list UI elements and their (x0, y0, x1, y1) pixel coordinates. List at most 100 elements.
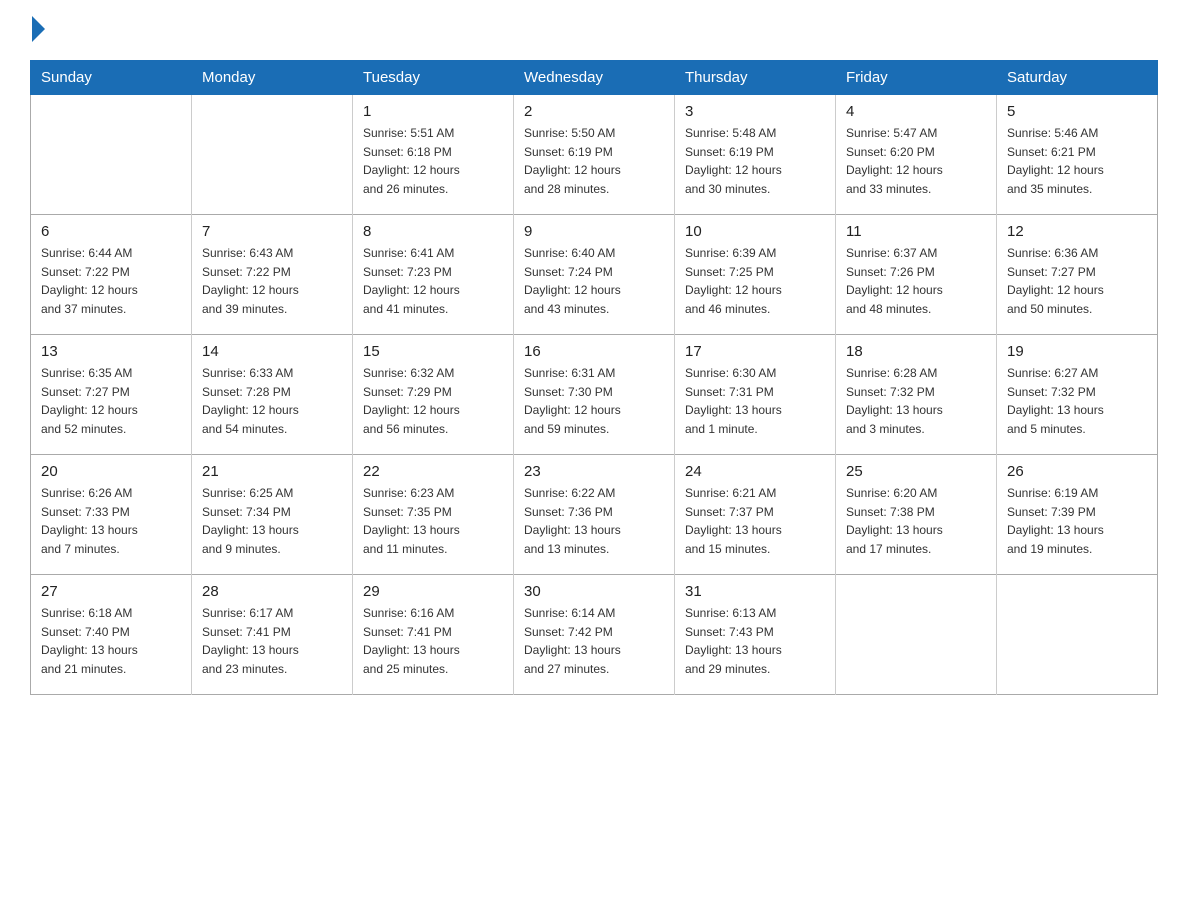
logo (30, 20, 45, 42)
calendar-cell: 22 Sunrise: 6:23 AM Sunset: 7:35 PM Dayli… (353, 455, 514, 575)
calendar-cell: 8Sunrise: 6:41 AM Sunset: 7:23 PM Daylig… (353, 215, 514, 335)
day-number: 17 (685, 343, 825, 360)
calendar-cell: 29 Sunrise: 6:16 AM Sunset: 7:41 PM Dayli… (353, 575, 514, 695)
calendar-cell: 24 Sunrise: 6:21 AM Sunset: 7:37 PM Dayli… (675, 455, 836, 575)
day-info: Sunrise: 6:23 AM Sunset: 7:35 PM Dayligh… (363, 484, 503, 558)
day-info: Sunrise: 6:39 AM Sunset: 7:25 PM Dayligh… (685, 244, 825, 318)
day-number: 14 (202, 343, 342, 360)
week-row-1: 1Sunrise: 5:51 AM Sunset: 6:18 PM Daylig… (31, 95, 1158, 215)
calendar-cell: 31 Sunrise: 6:13 AM Sunset: 7:43 PM Dayli… (675, 575, 836, 695)
calendar-cell: 2Sunrise: 5:50 AM Sunset: 6:19 PM Daylig… (514, 95, 675, 215)
day-info: Sunrise: 6:43 AM Sunset: 7:22 PM Dayligh… (202, 244, 342, 318)
day-number: 7 (202, 223, 342, 240)
calendar-cell: 20 Sunrise: 6:26 AM Sunset: 7:33 PM Dayli… (31, 455, 192, 575)
calendar-cell: 5Sunrise: 5:46 AM Sunset: 6:21 PM Daylig… (997, 95, 1158, 215)
day-number: 24 (685, 463, 825, 480)
day-number: 15 (363, 343, 503, 360)
day-number: 5 (1007, 103, 1147, 120)
day-info: Sunrise: 5:48 AM Sunset: 6:19 PM Dayligh… (685, 124, 825, 198)
day-info: Sunrise: 6:32 AM Sunset: 7:29 PM Dayligh… (363, 364, 503, 438)
day-info: Sunrise: 6:27 AM Sunset: 7:32 PM Dayligh… (1007, 364, 1147, 438)
day-info: Sunrise: 6:20 AM Sunset: 7:38 PM Dayligh… (846, 484, 986, 558)
day-number: 20 (41, 463, 181, 480)
day-info: Sunrise: 6:37 AM Sunset: 7:26 PM Dayligh… (846, 244, 986, 318)
calendar-cell: 1Sunrise: 5:51 AM Sunset: 6:18 PM Daylig… (353, 95, 514, 215)
page-header (30, 20, 1158, 42)
calendar-cell (31, 95, 192, 215)
weekday-header-row: SundayMondayTuesdayWednesdayThursdayFrid… (31, 61, 1158, 95)
day-number: 11 (846, 223, 986, 240)
day-info: Sunrise: 6:30 AM Sunset: 7:31 PM Dayligh… (685, 364, 825, 438)
day-number: 30 (524, 583, 664, 600)
calendar-cell: 27 Sunrise: 6:18 AM Sunset: 7:40 PM Dayli… (31, 575, 192, 695)
day-info: Sunrise: 6:14 AM Sunset: 7:42 PM Dayligh… (524, 604, 664, 678)
calendar-cell: 18 Sunrise: 6:28 AM Sunset: 7:32 PM Dayli… (836, 335, 997, 455)
week-row-3: 13 Sunrise: 6:35 AM Sunset: 7:27 PM Dayli… (31, 335, 1158, 455)
day-info: Sunrise: 6:28 AM Sunset: 7:32 PM Dayligh… (846, 364, 986, 438)
weekday-header-friday: Friday (836, 61, 997, 95)
day-number: 18 (846, 343, 986, 360)
day-info: Sunrise: 6:26 AM Sunset: 7:33 PM Dayligh… (41, 484, 181, 558)
weekday-header-tuesday: Tuesday (353, 61, 514, 95)
weekday-header-monday: Monday (192, 61, 353, 95)
day-info: Sunrise: 6:22 AM Sunset: 7:36 PM Dayligh… (524, 484, 664, 558)
calendar-cell: 28 Sunrise: 6:17 AM Sunset: 7:41 PM Dayli… (192, 575, 353, 695)
day-number: 23 (524, 463, 664, 480)
day-number: 19 (1007, 343, 1147, 360)
day-info: Sunrise: 6:18 AM Sunset: 7:40 PM Dayligh… (41, 604, 181, 678)
day-number: 22 (363, 463, 503, 480)
calendar-cell: 11 Sunrise: 6:37 AM Sunset: 7:26 PM Dayli… (836, 215, 997, 335)
day-number: 4 (846, 103, 986, 120)
day-info: Sunrise: 6:44 AM Sunset: 7:22 PM Dayligh… (41, 244, 181, 318)
calendar-cell: 16Sunrise: 6:31 AM Sunset: 7:30 PM Dayli… (514, 335, 675, 455)
day-number: 10 (685, 223, 825, 240)
calendar-cell: 15 Sunrise: 6:32 AM Sunset: 7:29 PM Dayli… (353, 335, 514, 455)
weekday-header-saturday: Saturday (997, 61, 1158, 95)
day-info: Sunrise: 6:17 AM Sunset: 7:41 PM Dayligh… (202, 604, 342, 678)
day-info: Sunrise: 6:21 AM Sunset: 7:37 PM Dayligh… (685, 484, 825, 558)
calendar-cell: 30 Sunrise: 6:14 AM Sunset: 7:42 PM Dayli… (514, 575, 675, 695)
calendar-cell: 17 Sunrise: 6:30 AM Sunset: 7:31 PM Dayli… (675, 335, 836, 455)
day-info: Sunrise: 5:51 AM Sunset: 6:18 PM Dayligh… (363, 124, 503, 198)
day-info: Sunrise: 6:33 AM Sunset: 7:28 PM Dayligh… (202, 364, 342, 438)
calendar-cell: 3 Sunrise: 5:48 AM Sunset: 6:19 PM Daylig… (675, 95, 836, 215)
calendar-cell: 26 Sunrise: 6:19 AM Sunset: 7:39 PM Dayli… (997, 455, 1158, 575)
calendar-cell: 14 Sunrise: 6:33 AM Sunset: 7:28 PM Dayli… (192, 335, 353, 455)
calendar-cell: 13 Sunrise: 6:35 AM Sunset: 7:27 PM Dayli… (31, 335, 192, 455)
day-info: Sunrise: 6:35 AM Sunset: 7:27 PM Dayligh… (41, 364, 181, 438)
day-number: 3 (685, 103, 825, 120)
week-row-2: 6 Sunrise: 6:44 AM Sunset: 7:22 PM Daylig… (31, 215, 1158, 335)
calendar-cell (997, 575, 1158, 695)
day-number: 9 (524, 223, 664, 240)
calendar-cell: 10 Sunrise: 6:39 AM Sunset: 7:25 PM Dayli… (675, 215, 836, 335)
calendar-cell: 4Sunrise: 5:47 AM Sunset: 6:20 PM Daylig… (836, 95, 997, 215)
day-number: 29 (363, 583, 503, 600)
day-number: 21 (202, 463, 342, 480)
day-number: 31 (685, 583, 825, 600)
calendar-cell: 25Sunrise: 6:20 AM Sunset: 7:38 PM Dayli… (836, 455, 997, 575)
calendar-cell: 19 Sunrise: 6:27 AM Sunset: 7:32 PM Dayli… (997, 335, 1158, 455)
day-number: 28 (202, 583, 342, 600)
calendar-table: SundayMondayTuesdayWednesdayThursdayFrid… (30, 60, 1158, 695)
day-number: 6 (41, 223, 181, 240)
day-number: 13 (41, 343, 181, 360)
week-row-5: 27 Sunrise: 6:18 AM Sunset: 7:40 PM Dayli… (31, 575, 1158, 695)
day-info: Sunrise: 6:25 AM Sunset: 7:34 PM Dayligh… (202, 484, 342, 558)
day-info: Sunrise: 6:40 AM Sunset: 7:24 PM Dayligh… (524, 244, 664, 318)
calendar-cell: 6 Sunrise: 6:44 AM Sunset: 7:22 PM Daylig… (31, 215, 192, 335)
weekday-header-wednesday: Wednesday (514, 61, 675, 95)
weekday-header-thursday: Thursday (675, 61, 836, 95)
day-number: 8 (363, 223, 503, 240)
day-number: 27 (41, 583, 181, 600)
calendar-cell: 21 Sunrise: 6:25 AM Sunset: 7:34 PM Dayli… (192, 455, 353, 575)
day-info: Sunrise: 6:13 AM Sunset: 7:43 PM Dayligh… (685, 604, 825, 678)
day-info: Sunrise: 6:16 AM Sunset: 7:41 PM Dayligh… (363, 604, 503, 678)
day-info: Sunrise: 6:19 AM Sunset: 7:39 PM Dayligh… (1007, 484, 1147, 558)
calendar-cell: 23 Sunrise: 6:22 AM Sunset: 7:36 PM Dayli… (514, 455, 675, 575)
week-row-4: 20 Sunrise: 6:26 AM Sunset: 7:33 PM Dayli… (31, 455, 1158, 575)
day-info: Sunrise: 6:31 AM Sunset: 7:30 PM Dayligh… (524, 364, 664, 438)
logo-triangle-icon (32, 16, 45, 42)
day-number: 26 (1007, 463, 1147, 480)
calendar-cell: 9 Sunrise: 6:40 AM Sunset: 7:24 PM Daylig… (514, 215, 675, 335)
calendar-cell (836, 575, 997, 695)
